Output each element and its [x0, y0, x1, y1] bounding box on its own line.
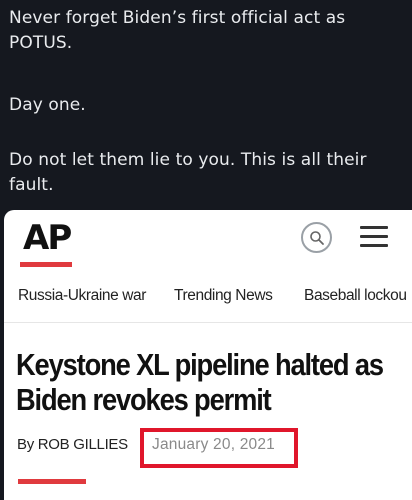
tweet-text-area: Never forget Biden’s first official act … [0, 0, 412, 210]
nav-item-russia-ukraine-war[interactable]: Russia-Ukraine war [18, 287, 146, 305]
nav-item-baseball-lockout[interactable]: Baseball lockou [304, 287, 407, 305]
article-headline: Keystone XL pipeline halted as Biden rev… [16, 347, 384, 417]
tweet-line-1: Never forget Biden’s first official act … [9, 8, 346, 53]
hamburger-menu-icon[interactable] [360, 224, 390, 248]
search-icon [310, 231, 324, 245]
date-highlight-box [140, 428, 298, 468]
accent-bar [18, 479, 86, 484]
byline[interactable]: By ROB GILLIES [17, 436, 128, 453]
search-button[interactable] [301, 222, 332, 253]
tweet-line-3: Do not let them lie to you. This is all … [9, 150, 367, 195]
logo-underline [20, 262, 72, 267]
topic-nav: Russia-Ukraine war Trending News Basebal… [4, 272, 412, 323]
ap-logo[interactable]: AP [23, 218, 72, 258]
nav-item-trending-news[interactable]: Trending News [174, 287, 273, 305]
ap-article-screenshot: AP Russia-Ukraine war Trending News Base… [4, 210, 412, 500]
tweet-line-2: Day one. [9, 95, 86, 115]
